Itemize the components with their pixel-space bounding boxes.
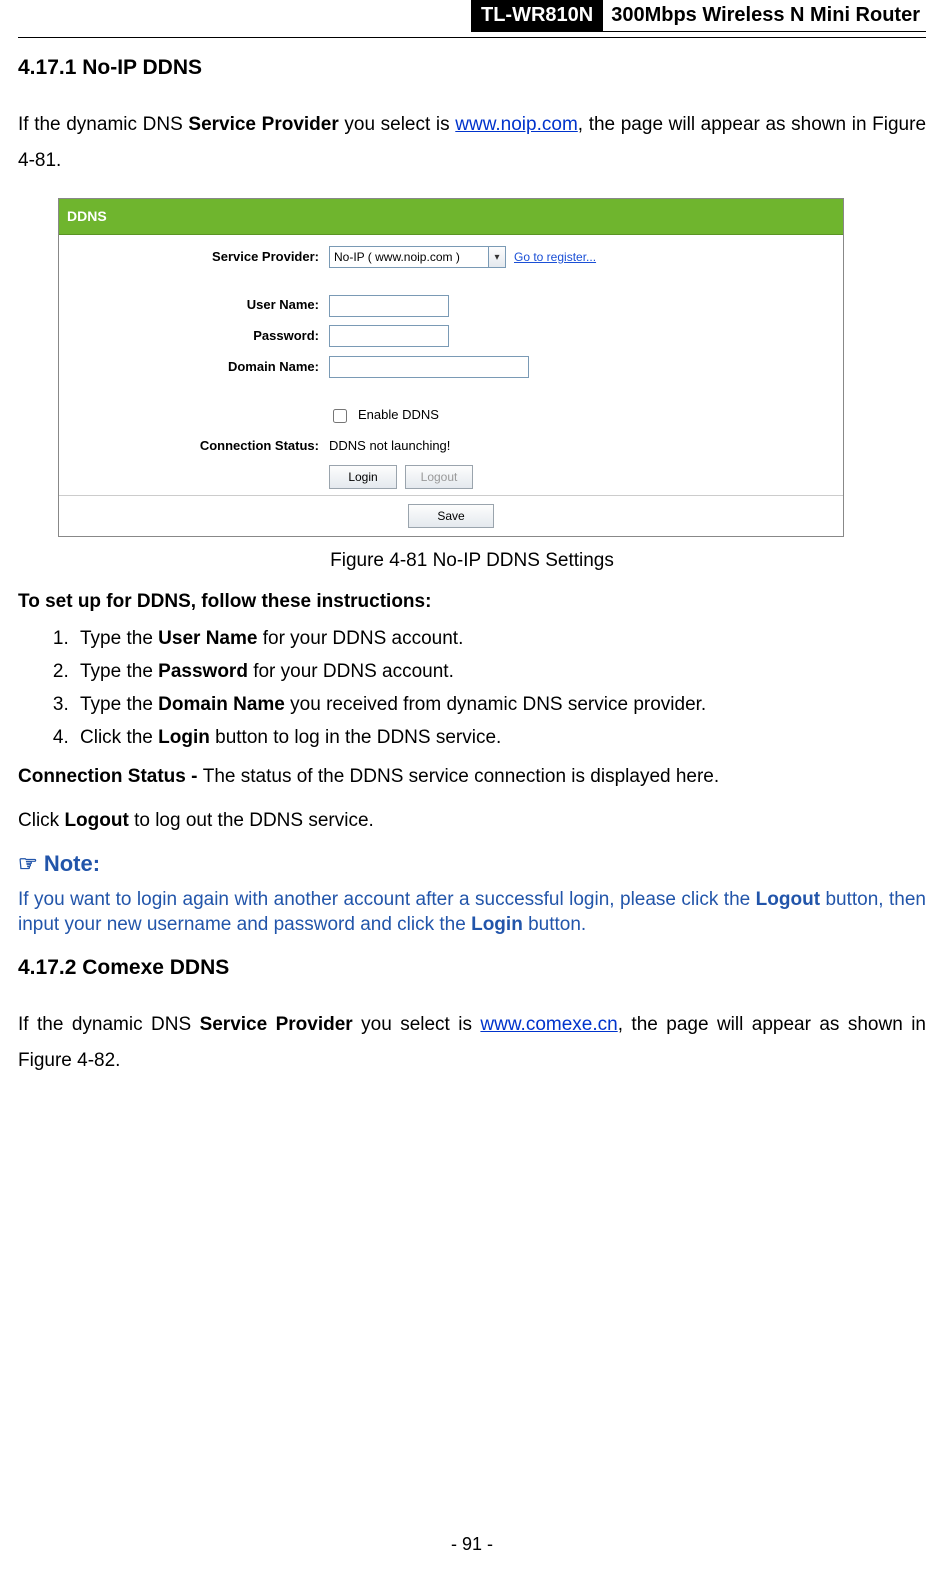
text-bold: Connection Status -: [18, 766, 203, 787]
text: you select is: [353, 1014, 481, 1035]
figure-ddns-screenshot: DDNS Service Provider: ▾ Go to register.…: [58, 198, 844, 537]
text: If the dynamic DNS: [18, 114, 188, 135]
list-item: Type the Password for your DDNS account.: [74, 655, 926, 688]
user-name-input[interactable]: [329, 295, 449, 317]
logout-desc: Click Logout to log out the DDNS service…: [18, 803, 926, 839]
figure-caption: Figure 4-81 No-IP DDNS Settings: [18, 543, 926, 579]
note-heading: ☞ Note:: [18, 843, 926, 885]
text-bold: Login: [471, 914, 523, 935]
label-password: Password:: [59, 324, 329, 349]
noip-intro: If the dynamic DNS Service Provider you …: [18, 107, 926, 179]
text: Type the: [80, 694, 158, 715]
note-label: Note:: [38, 851, 100, 876]
text: Click the: [80, 727, 158, 748]
text: If the dynamic DNS: [18, 1014, 200, 1035]
section-heading-comexe: 4.17.2 Comexe DDNS: [18, 948, 926, 988]
list-item: Click the Login button to log in the DDN…: [74, 721, 926, 754]
text: Click: [18, 810, 64, 831]
header-model: TL-WR810N: [471, 0, 603, 32]
text-bold: Logout: [64, 810, 128, 831]
page-header: TL-WR810N 300Mbps Wireless N Mini Router: [18, 0, 926, 32]
panel-title: DDNS: [59, 199, 843, 235]
chevron-down-icon[interactable]: ▾: [488, 246, 506, 268]
enable-ddns-checkbox[interactable]: [333, 409, 347, 423]
note-body: If you want to login again with another …: [18, 887, 926, 938]
logout-button[interactable]: Logout: [405, 465, 473, 489]
text: Type the: [80, 628, 158, 649]
text: The status of the DDNS service connectio…: [203, 766, 719, 787]
text: Type the: [80, 661, 158, 682]
label-service-provider: Service Provider:: [59, 245, 329, 270]
text: button to log in the DDNS service.: [210, 727, 501, 748]
text: for your DDNS account.: [257, 628, 463, 649]
text: to log out the DDNS service.: [129, 810, 374, 831]
text: for your DDNS account.: [248, 661, 454, 682]
text: you received from dynamic DNS service pr…: [285, 694, 706, 715]
page-number: - 91 -: [0, 1534, 944, 1555]
domain-name-input[interactable]: [329, 356, 529, 378]
text: button.: [523, 914, 586, 935]
text: If you want to login again with another …: [18, 889, 756, 910]
text: you select is: [339, 114, 456, 135]
instructions-list: Type the User Name for your DDNS account…: [18, 622, 926, 755]
link-comexe[interactable]: www.comexe.cn: [480, 1014, 617, 1035]
save-button[interactable]: Save: [408, 504, 494, 528]
list-item: Type the User Name for your DDNS account…: [74, 622, 926, 655]
connection-status-value: DDNS not launching!: [329, 434, 450, 459]
label-connection-status: Connection Status:: [59, 434, 329, 459]
instructions-heading: To set up for DDNS, follow these instruc…: [18, 584, 926, 620]
text-bold: Login: [158, 727, 210, 748]
text-bold: Logout: [756, 889, 820, 910]
list-item: Type the Domain Name you received from d…: [74, 688, 926, 721]
comexe-intro: If the dynamic DNS Service Provider you …: [18, 1007, 926, 1079]
text-bold: Service Provider: [188, 114, 338, 135]
hand-point-icon: ☞: [18, 851, 38, 876]
header-desc: 300Mbps Wireless N Mini Router: [603, 0, 926, 32]
link-noip[interactable]: www.noip.com: [455, 114, 578, 135]
text-bold: User Name: [158, 628, 257, 649]
connection-status-desc: Connection Status - The status of the DD…: [18, 759, 926, 795]
go-to-register-link[interactable]: Go to register...: [514, 246, 596, 269]
text-bold: Password: [158, 661, 248, 682]
label-domain-name: Domain Name:: [59, 355, 329, 380]
text-bold: Domain Name: [158, 694, 285, 715]
enable-ddns-label: Enable DDNS: [358, 403, 439, 428]
label-user-name: User Name:: [59, 293, 329, 318]
login-button[interactable]: Login: [329, 465, 397, 489]
password-input[interactable]: [329, 325, 449, 347]
section-heading-noip: 4.17.1 No-IP DDNS: [18, 48, 926, 88]
text-bold: Service Provider: [200, 1014, 353, 1035]
service-provider-select[interactable]: [329, 246, 489, 268]
